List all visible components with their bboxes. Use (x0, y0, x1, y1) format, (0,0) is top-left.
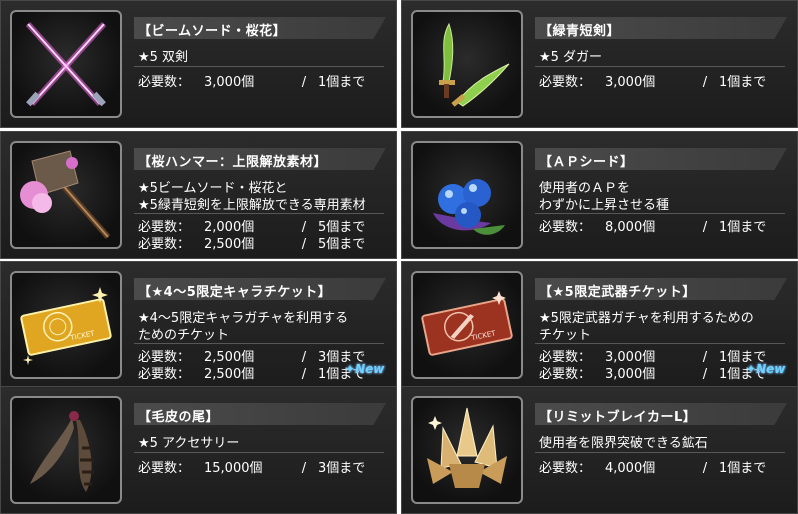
item-card-green-dagger[interactable]: 【緑青短剣】 ★5 ダガー 必要数： 3,000個 / 1個まで (401, 0, 798, 128)
item-title: 【★5限定武器チケット】 (539, 285, 696, 300)
requirement-row: 必要数： 3,000個 / 1個まで (138, 71, 365, 90)
item-desc-line: わずかに上昇させる種 (539, 198, 670, 213)
item-title-bar: 【★4～5限定キャラチケット】 (134, 278, 386, 300)
new-label: New (756, 362, 786, 376)
fur-tail-icon (30, 411, 94, 492)
req-limit: 1個まで (719, 75, 767, 90)
item-title: 【緑青短剣】 (539, 24, 621, 39)
item-thumbnail (411, 10, 523, 118)
req-label: 必要数： (539, 461, 592, 476)
req-limit: 3個まで (318, 461, 366, 476)
req-count: 8,000個 (605, 220, 656, 235)
item-thumbnail (10, 141, 122, 249)
item-card-beam-sword[interactable]: 【ビームソード・桜花】 ★5 双剣 必要数： 3,000個 / 1個まで (0, 0, 397, 128)
requirement-row: 必要数： 2,500個/1個まで (138, 363, 365, 382)
ap-seed-icon (433, 179, 505, 235)
item-title-bar: 【ビームソード・桜花】 (134, 17, 386, 39)
divider (134, 213, 384, 214)
item-title-bar: 【ＡＰシード】 (535, 148, 787, 170)
green-dagger-icon (439, 22, 510, 107)
req-slash: / (301, 237, 307, 252)
req-count: 3,000個 (605, 367, 656, 382)
item-thumbnail (10, 10, 122, 118)
beam-sword-icon (25, 21, 107, 107)
new-badge: ✦New (345, 362, 385, 376)
new-badge: ✦New (746, 362, 786, 376)
item-title-bar: 【毛皮の尾】 (134, 403, 386, 425)
item-title: 【★4～5限定キャラチケット】 (138, 285, 332, 300)
limit-breaker-crystal-icon (427, 407, 507, 488)
item-title-bar: 【桜ハンマー：上限解放素材】 (134, 148, 386, 170)
req-slash: / (702, 367, 708, 382)
req-label: 必要数： (138, 367, 191, 382)
divider (535, 213, 785, 214)
item-title: 【ビームソード・桜花】 (138, 24, 287, 39)
requirement-row: 必要数： 3,000個/1個まで (539, 363, 766, 382)
req-count: 3,000個 (204, 75, 255, 90)
item-desc-line: ★5 双剣 (138, 50, 189, 65)
item-title: 【リミットブレイカーL】 (539, 410, 697, 425)
item-desc-line: 使用者を限界突破できる鉱石 (539, 436, 708, 451)
req-count: 4,000個 (605, 461, 656, 476)
requirement-row: 必要数： 4,000個 / 1個まで (539, 457, 766, 476)
item-title: 【毛皮の尾】 (138, 410, 220, 425)
item-desc-line: ★5緑青短剣を上限解放できる専用素材 (138, 198, 366, 213)
req-slash: / (301, 367, 307, 382)
item-card-chara-ticket[interactable]: TICKET 【★4～5限定キャラチケット】 ★4～5限定キャラガチャを利用する… (0, 261, 397, 389)
item-card-fur-tail[interactable]: 【毛皮の尾】 ★5 アクセサリー 必要数： 15,000個 / 3個まで (0, 386, 397, 514)
req-slash: / (702, 461, 708, 476)
chara-ticket-icon: TICKET (20, 287, 112, 365)
divider (134, 66, 384, 67)
weapon-ticket-icon: TICKET (421, 291, 513, 356)
req-count: 3,000個 (605, 75, 656, 90)
req-label: 必要数： (138, 75, 191, 90)
item-card-weapon-ticket[interactable]: TICKET 【★5限定武器チケット】 ★5限定武器ガチャを利用するための チケ… (401, 261, 798, 389)
req-slash: / (702, 75, 708, 90)
divider (535, 343, 785, 344)
req-limit: 1個まで (719, 461, 767, 476)
req-limit: 1個まで (719, 220, 767, 235)
item-thumbnail: TICKET (10, 271, 122, 379)
item-desc-line: ためのチケット (138, 328, 230, 343)
requirement-row: 必要数： 8,000個 / 1個まで (539, 216, 766, 235)
sakura-hammer-icon (20, 150, 111, 239)
item-card-sakura-hammer[interactable]: 【桜ハンマー：上限解放素材】 ★5ビームソード・桜花と ★5緑青短剣を上限解放で… (0, 131, 397, 259)
req-count: 2,500個 (204, 367, 255, 382)
req-slash: / (702, 220, 708, 235)
item-title-bar: 【★5限定武器チケット】 (535, 278, 787, 300)
divider (134, 452, 384, 453)
req-limit: 1個まで (318, 75, 366, 90)
item-desc-line: ★5 ダガー (539, 50, 603, 65)
req-slash: / (301, 461, 307, 476)
req-limit: 5個まで (318, 237, 366, 252)
requirement-row: 必要数： 2,500個 / 5個まで (138, 233, 365, 252)
item-card-ap-seed[interactable]: 【ＡＰシード】 使用者のＡＰを わずかに上昇させる種 必要数： 8,000個/1個… (401, 131, 798, 259)
item-thumbnail (411, 396, 523, 504)
item-title-bar: 【リミットブレイカーL】 (535, 403, 787, 425)
new-label: New (355, 362, 385, 376)
req-label: 必要数： (138, 237, 191, 252)
req-slash: / (301, 75, 307, 90)
req-count: 2,500個 (204, 237, 255, 252)
item-title-bar: 【緑青短剣】 (535, 17, 787, 39)
item-thumbnail: TICKET (411, 271, 523, 379)
item-desc-line: ★5 アクセサリー (138, 436, 240, 451)
divider (134, 343, 384, 344)
item-title: 【桜ハンマー：上限解放素材】 (138, 155, 328, 170)
req-label: 必要数： (539, 75, 592, 90)
exchange-item-grid: 【ビームソード・桜花】 ★5 双剣 必要数： 3,000個 / 1個まで 【緑青短剣】… (0, 0, 798, 514)
item-desc-line: チケット (539, 328, 592, 343)
item-thumbnail (10, 396, 122, 504)
divider (535, 452, 785, 453)
item-card-limit-breaker[interactable]: 【リミットブレイカーL】 使用者を限界突破できる鉱石 必要数： 4,000個 / 1個… (401, 386, 798, 514)
item-thumbnail (411, 141, 523, 249)
requirement-row: 必要数： 15,000個 / 3個まで (138, 457, 365, 476)
divider (535, 66, 785, 67)
item-title: 【ＡＰシード】 (539, 155, 634, 170)
requirement-row: 必要数： 3,000個 / 1個まで (539, 71, 766, 90)
req-label: 必要数： (539, 367, 592, 382)
req-count: 15,000個 (204, 461, 263, 476)
req-label: 必要数： (138, 461, 191, 476)
req-label: 必要数： (539, 220, 592, 235)
